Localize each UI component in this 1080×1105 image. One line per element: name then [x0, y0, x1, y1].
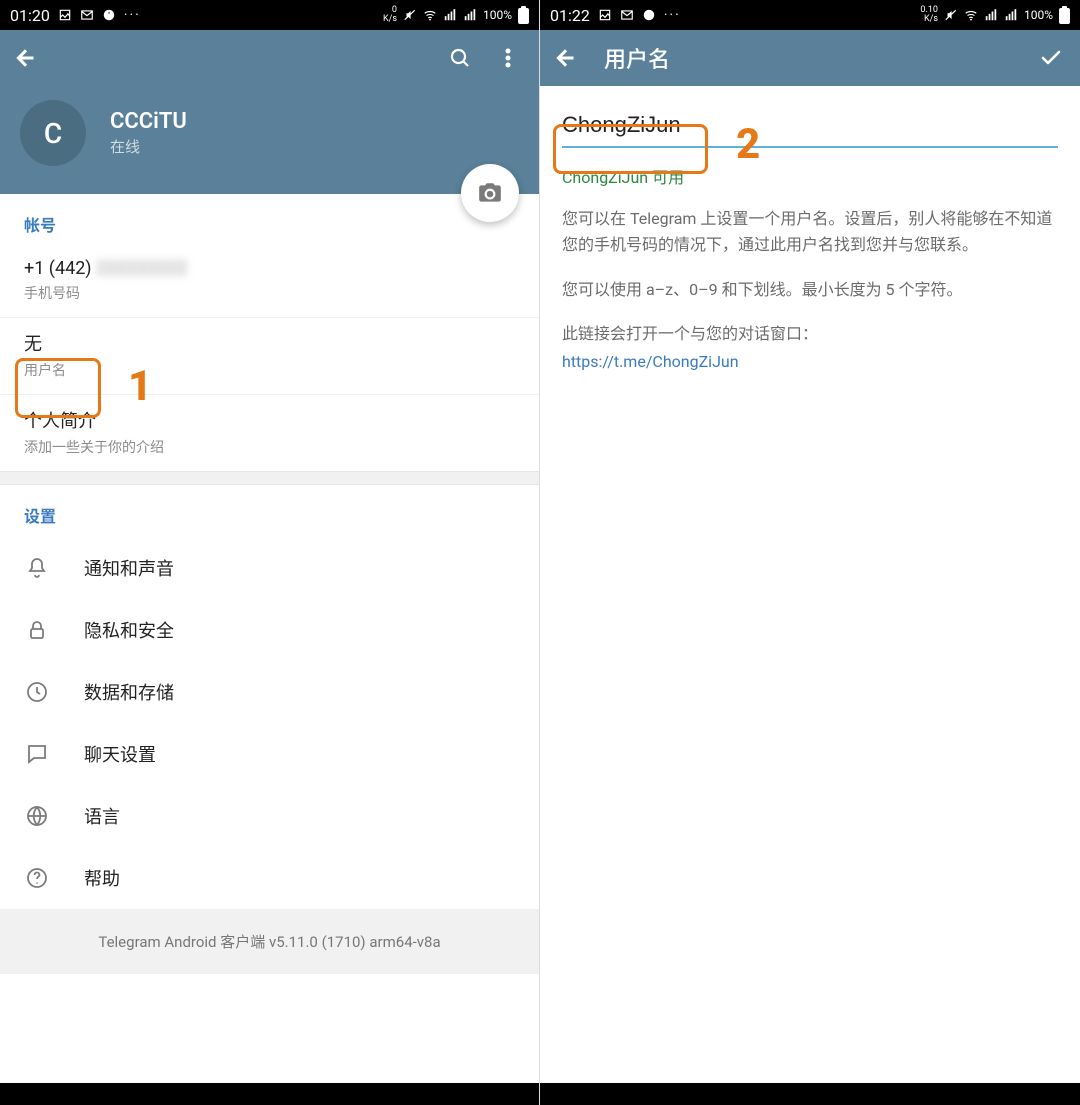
username-link[interactable]: https://t.me/ChongZiJun — [562, 352, 1058, 371]
settings-item-label: 帮助 — [84, 865, 120, 891]
status-bar: 01:22 ··· 0.10K/s 100% — [540, 0, 1080, 30]
mail-icon — [80, 8, 94, 22]
username-label: 用户名 — [24, 360, 515, 380]
signal-4g-icon — [984, 8, 998, 22]
username-input-wrap — [562, 106, 1058, 148]
phone-label: 手机号码 — [24, 283, 515, 303]
back-button[interactable] — [12, 45, 38, 71]
status-bar: 01:20 " ··· 0K/s 100% — [0, 0, 539, 30]
globe-icon — [24, 803, 50, 829]
status-clock: 01:22 — [550, 6, 590, 25]
screen-settings: 01:20 " ··· 0K/s 100% — [0, 0, 540, 1105]
settings-language[interactable]: 语言 — [0, 785, 539, 847]
username-desc-1: 您可以在 Telegram 上设置一个用户名。设置后，别人将能够在不知道您的手机… — [562, 206, 1058, 259]
battery-percent: 100% — [483, 8, 512, 22]
wifi-icon — [964, 8, 978, 22]
settings-notifications[interactable]: 通知和声音 — [0, 537, 539, 599]
confirm-button[interactable] — [1038, 45, 1064, 71]
username-desc-2: 您可以使用 a–z、0–9 和下划线。最小长度为 5 个字符。 — [562, 277, 1058, 303]
camera-button[interactable] — [461, 164, 519, 222]
bio-label: 添加一些关于你的介绍 — [24, 437, 515, 457]
username-available: ChongZiJun 可用 — [562, 164, 1058, 188]
mute-icon — [944, 8, 958, 22]
signal-4g-icon-2 — [463, 8, 477, 22]
page-title: 用户名 — [604, 42, 670, 74]
bio-row[interactable]: 个人简介 添加一些关于你的介绍 — [0, 395, 539, 471]
settings-item-label: 语言 — [84, 803, 120, 829]
avatar[interactable]: C — [20, 100, 86, 166]
username-row[interactable]: 无 用户名 — [0, 318, 539, 395]
settings-item-label: 隐私和安全 — [84, 617, 174, 643]
lock-icon — [24, 617, 50, 643]
mail-icon — [620, 8, 634, 22]
header: 用户名 — [540, 30, 1080, 86]
settings-help[interactable]: 帮助 — [0, 847, 539, 909]
svg-text:": " — [108, 11, 110, 19]
battery-icon — [1059, 6, 1070, 24]
more-icon: ··· — [124, 7, 141, 23]
more-icon: ··· — [664, 7, 681, 23]
search-icon[interactable] — [447, 45, 473, 71]
username-card: ChongZiJun 可用 您可以在 Telegram 上设置一个用户名。设置后… — [540, 86, 1080, 391]
mute-icon — [403, 8, 417, 22]
bell-icon — [24, 555, 50, 581]
version-footer: Telegram Android 客户端 v5.11.0 (1710) arm6… — [0, 909, 539, 974]
settings-item-label: 通知和声音 — [84, 555, 174, 581]
more-menu-icon[interactable] — [495, 45, 521, 71]
divider — [0, 471, 539, 485]
android-navbar — [540, 1083, 1080, 1105]
image-icon — [58, 8, 72, 22]
status-clock: 01:20 — [10, 6, 50, 25]
header: C CCCiTU 在线 — [0, 30, 539, 194]
profile-status: 在线 — [110, 136, 187, 157]
battery-icon — [518, 6, 529, 24]
settings-item-label: 聊天设置 — [84, 741, 156, 767]
phone-row[interactable]: +1 (442) 222222222 手机号码 — [0, 246, 539, 318]
settings-chat[interactable]: 聊天设置 — [0, 723, 539, 785]
net-speed: 0K/s — [383, 6, 397, 24]
bio-value: 个人简介 — [24, 407, 515, 433]
back-button[interactable] — [552, 45, 578, 71]
section-settings: 设置 — [0, 485, 539, 537]
clock-icon — [24, 679, 50, 705]
content: 帐号 +1 (442) 222222222 手机号码 无 用户名 个人简介 添加… — [0, 194, 539, 1105]
section-account: 帐号 — [0, 194, 539, 246]
profile-block: C CCCiTU 在线 — [0, 86, 539, 194]
profile-name: CCCiTU — [110, 109, 187, 134]
android-navbar — [0, 1083, 539, 1105]
phone-value: +1 (442) 222222222 — [24, 258, 515, 279]
signal-4g-icon — [443, 8, 457, 22]
chat-icon — [642, 8, 656, 22]
help-icon — [24, 865, 50, 891]
signal-4g-icon-2 — [1004, 8, 1018, 22]
image-icon — [598, 8, 612, 22]
battery-percent: 100% — [1024, 8, 1053, 22]
screen-username: 01:22 ··· 0.10K/s 100% 用户名 — [540, 0, 1080, 1105]
settings-privacy[interactable]: 隐私和安全 — [0, 599, 539, 661]
net-speed: 0.10K/s — [920, 6, 938, 24]
username-value: 无 — [24, 330, 515, 356]
wifi-icon — [423, 8, 437, 22]
chat-bubble-icon — [24, 741, 50, 767]
username-input[interactable] — [562, 112, 1058, 138]
settings-data[interactable]: 数据和存储 — [0, 661, 539, 723]
username-desc-3: 此链接会打开一个与您的对话窗口： — [562, 321, 1058, 347]
settings-item-label: 数据和存储 — [84, 679, 174, 705]
chat-icon: " — [102, 8, 116, 22]
